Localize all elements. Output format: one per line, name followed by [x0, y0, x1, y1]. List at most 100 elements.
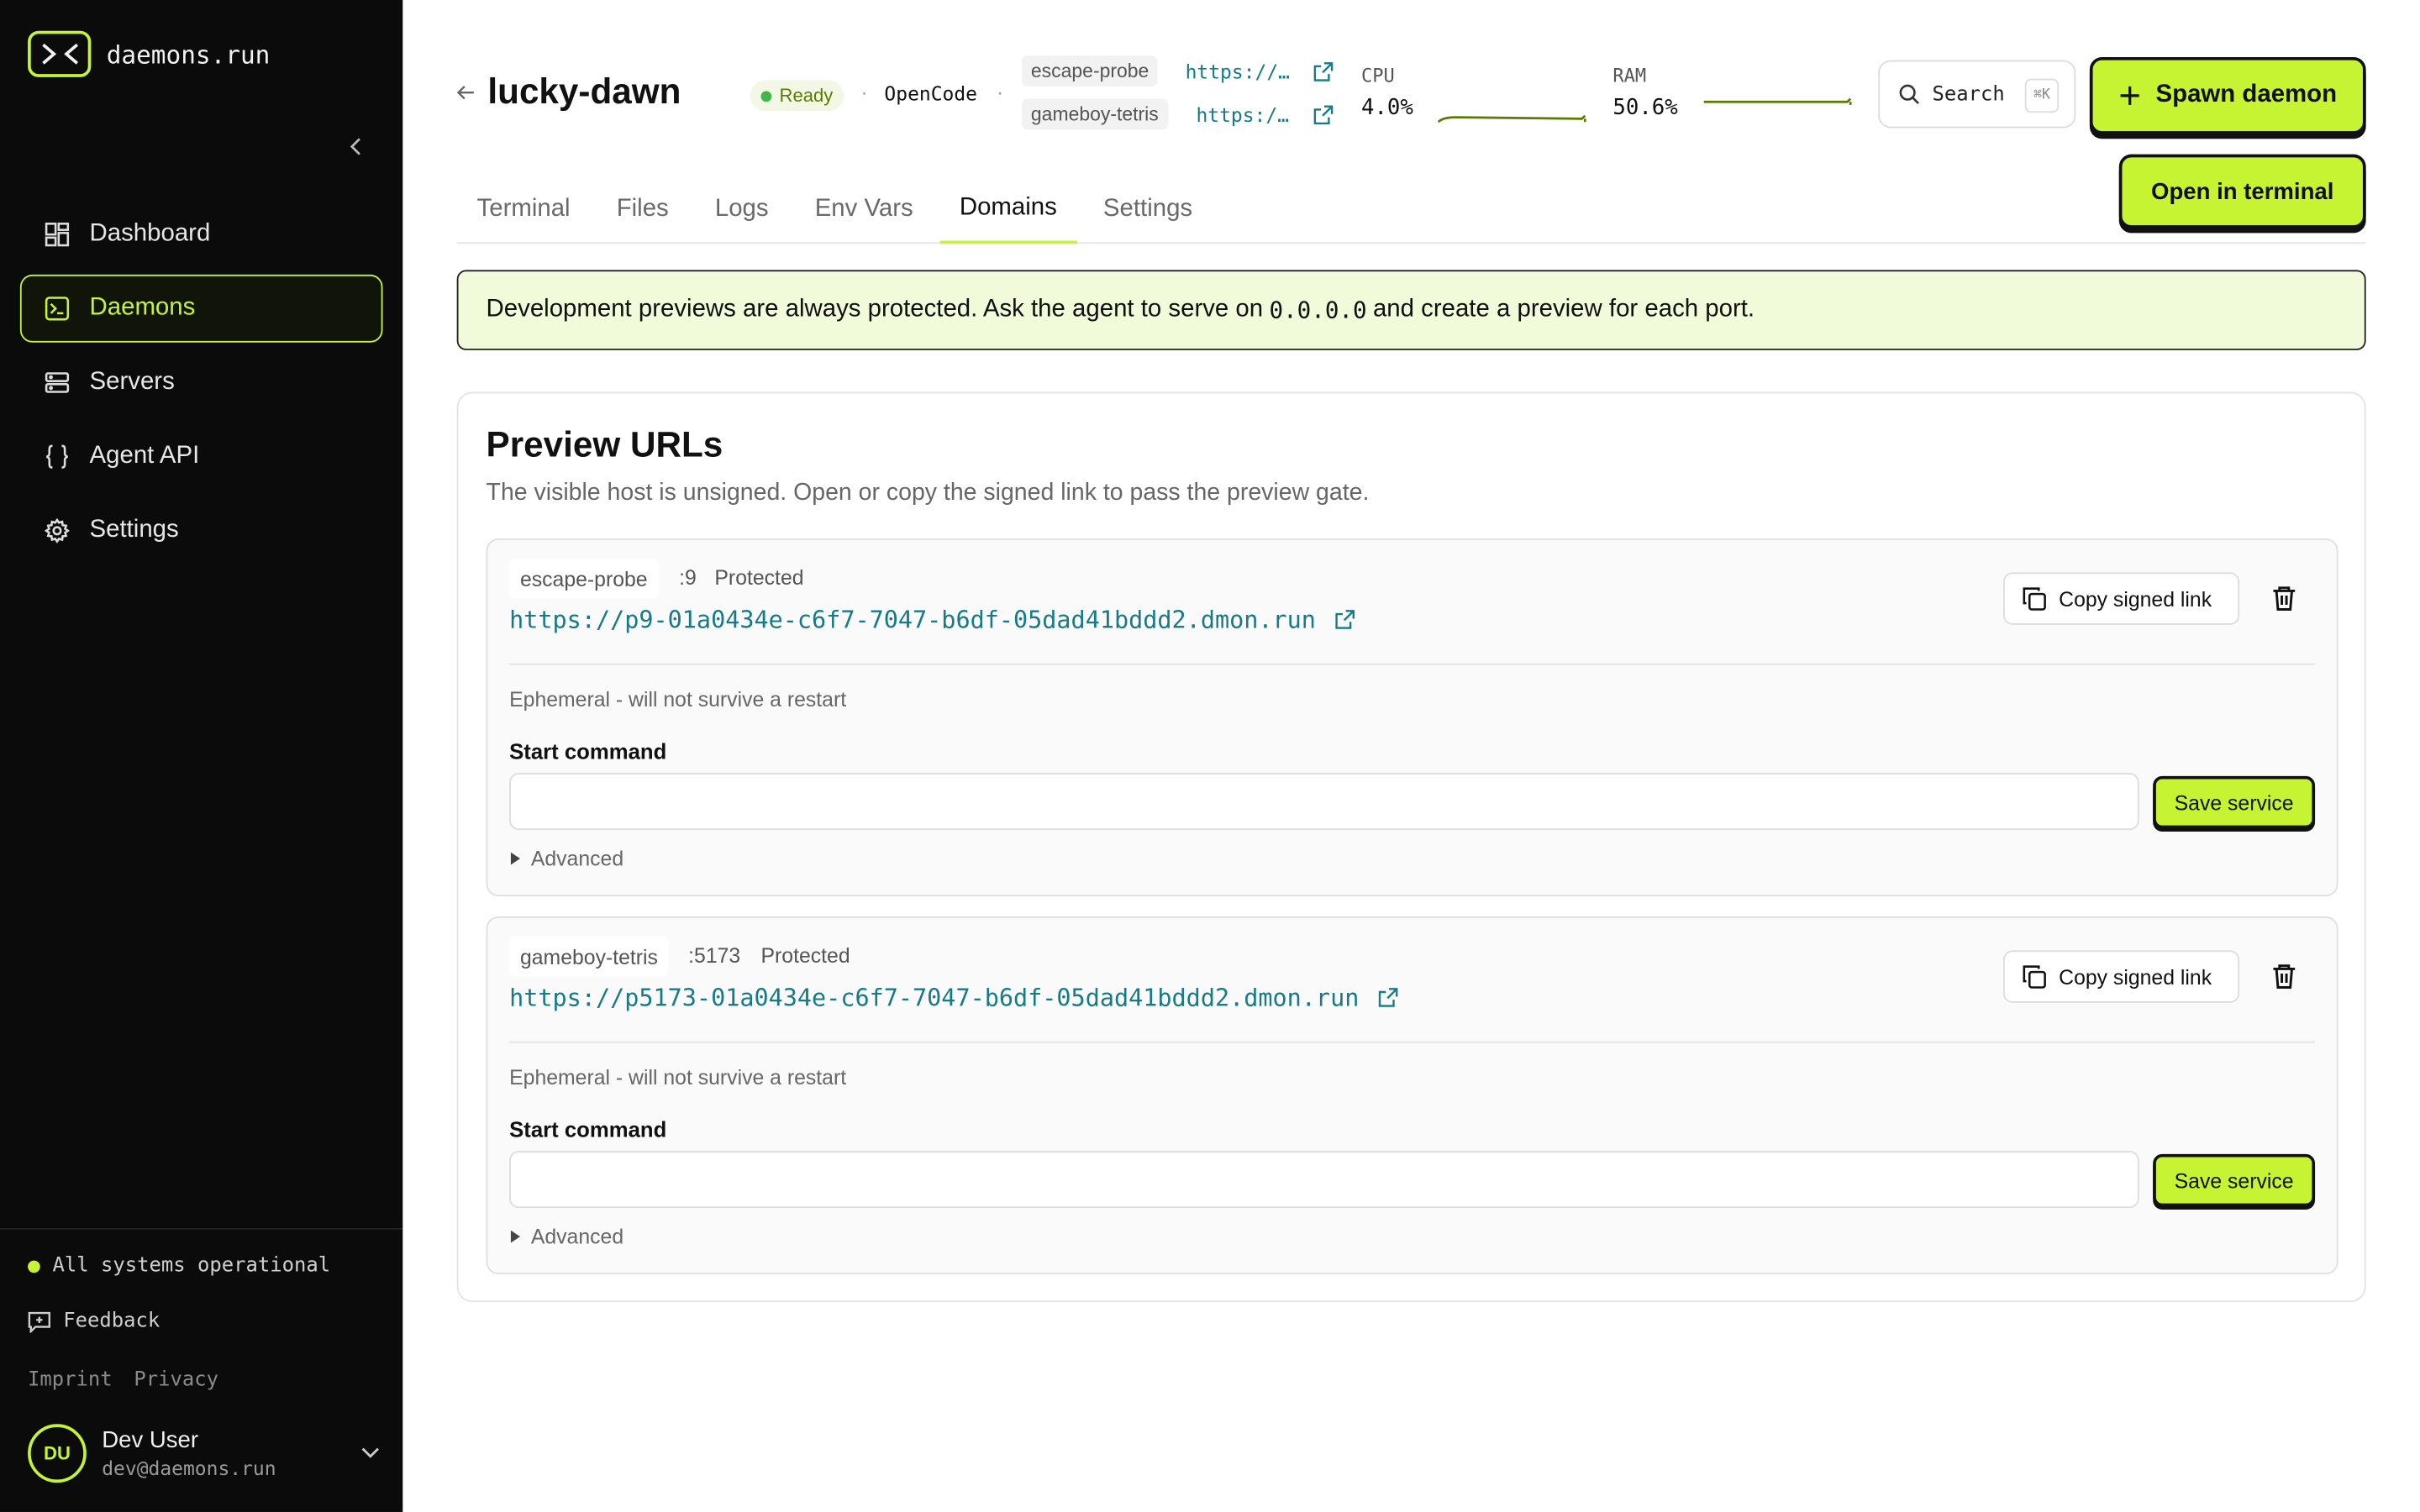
tab-logs[interactable]: Logs	[695, 176, 788, 244]
sidebar-item-label: Servers	[89, 368, 175, 396]
protection-label: Protected	[714, 566, 804, 590]
protection-label: Protected	[760, 944, 850, 968]
preview-urls-subtitle: The visible host is unsigned. Open or co…	[486, 480, 1370, 507]
notice-text-before: Development previews are always protecte…	[486, 296, 1264, 323]
copy-icon	[2023, 587, 2046, 611]
user-name: Dev User	[102, 1426, 199, 1454]
daemon-header: lucky-dawn Ready · OpenCode · escape-pro…	[456, 52, 2371, 144]
divider	[509, 1041, 2316, 1043]
avatar: DU	[28, 1424, 87, 1483]
ram-sparkline	[1703, 97, 1852, 105]
copy-signed-link-button[interactable]: Copy signed link	[2003, 572, 2240, 625]
cpu-value: 4.0%	[1360, 95, 1413, 121]
trash-icon[interactable]	[2270, 585, 2298, 612]
sidebar-item-settings[interactable]: Settings	[20, 496, 383, 564]
tab-settings[interactable]: Settings	[1083, 176, 1213, 244]
legal-links: Imprint Privacy	[28, 1368, 218, 1392]
external-link-icon	[1335, 610, 1355, 629]
status-badge: Ready	[750, 80, 844, 112]
user-menu[interactable]: DU Dev User dev@daemons.run	[28, 1424, 380, 1483]
agent-name: OpenCode	[884, 81, 978, 105]
tab-env-vars[interactable]: Env Vars	[795, 176, 934, 244]
separator: ·	[860, 81, 868, 104]
separator: ·	[997, 81, 1003, 104]
status-badge-text: Ready	[779, 85, 834, 107]
service-port: :9	[679, 566, 697, 590]
service-chip-gameboy-tetris: gameboy-tetris	[1021, 98, 1168, 130]
terminal-icon	[43, 295, 71, 323]
system-status-text: All systems operational	[52, 1254, 331, 1278]
status-dot-icon	[28, 1259, 40, 1273]
service-port: :5173	[688, 944, 741, 968]
advanced-toggle[interactable]: Advanced	[509, 847, 623, 870]
trash-icon[interactable]	[2270, 963, 2298, 990]
save-service-button[interactable]: Save service	[2153, 775, 2316, 829]
preview-url-link[interactable]: https://p9-01a0434e-c6f7-7047-b6df-05dad…	[509, 606, 1355, 634]
preview-url-text: https://p9-01a0434e-c6f7-7047-b6df-05dad…	[509, 606, 1316, 634]
privacy-link[interactable]: Privacy	[134, 1368, 218, 1392]
ram-label: RAM	[1612, 65, 1647, 87]
advanced-toggle[interactable]: Advanced	[509, 1225, 623, 1248]
back-arrow-icon[interactable]	[456, 83, 476, 102]
ephemeral-note: Ephemeral - will not survive a restart	[509, 688, 847, 711]
sidebar-item-label: Agent API	[89, 443, 200, 470]
advanced-label: Advanced	[530, 1225, 624, 1248]
triangle-right-icon	[510, 1230, 520, 1243]
tab-files[interactable]: Files	[597, 176, 689, 244]
copy-signed-link-button[interactable]: Copy signed link	[2003, 950, 2240, 1003]
copy-signed-link-label: Copy signed link	[2059, 964, 2212, 989]
sidebar-item-label: Settings	[89, 517, 179, 543]
notice-code: 0.0.0.0	[1269, 296, 1367, 324]
sidebar-item-dashboard[interactable]: Dashboard	[20, 201, 383, 269]
chevron-down-icon	[361, 1447, 379, 1458]
dashboard-icon	[43, 221, 71, 249]
cpu-label: CPU	[1360, 65, 1395, 87]
sidebar-footer: All systems operational Feedback Imprint…	[0, 1228, 403, 1483]
cpu-sparkline	[1437, 114, 1586, 123]
imprint-link[interactable]: Imprint	[28, 1368, 113, 1392]
user-email: dev@daemons.run	[102, 1456, 276, 1480]
ready-dot-icon	[760, 90, 772, 102]
preview-notice: Development previews are always protecte…	[456, 270, 2366, 350]
preview-urls-panel: Preview URLs The visible host is unsigne…	[456, 391, 2366, 1303]
sidebar-item-agent-api[interactable]: Agent API	[20, 423, 383, 491]
brand[interactable]: daemons.run	[28, 30, 270, 77]
braces-icon	[43, 443, 71, 470]
preview-card-escape-probe: escape-probe :9 Protected https://p9-01a…	[486, 538, 2338, 897]
triangle-right-icon	[510, 852, 520, 865]
tab-terminal[interactable]: Terminal	[457, 176, 591, 244]
feedback-label: Feedback	[63, 1310, 160, 1333]
search-button[interactable]: Search ⌘K	[1878, 60, 2076, 129]
save-service-button[interactable]: Save service	[2153, 1153, 2316, 1207]
service-chip-escape-probe: escape-probe	[1021, 55, 1159, 87]
search-icon	[1899, 84, 1919, 104]
tab-bar: Terminal Files Logs Env Vars Domains Set…	[456, 176, 2366, 244]
logo-icon	[28, 30, 92, 77]
start-command-label: Start command	[509, 738, 667, 764]
gear-icon	[43, 517, 71, 544]
main-content: lucky-dawn Ready · OpenCode · escape-pro…	[402, 0, 2420, 1512]
service-link-escape-probe[interactable]: https://…	[1186, 60, 1290, 84]
start-command-input[interactable]	[509, 1151, 2139, 1209]
preview-url-link[interactable]: https://p5173-01a0434e-c6f7-7047-b6df-05…	[509, 984, 1398, 1012]
plus-icon	[2120, 86, 2139, 105]
page-title: lucky-dawn	[487, 71, 681, 112]
feedback-link[interactable]: Feedback	[28, 1310, 160, 1333]
ram-value: 50.6%	[1612, 95, 1678, 121]
service-link-gameboy-tetris[interactable]: https:/…	[1196, 103, 1289, 127]
service-chip: escape-probe	[509, 558, 659, 599]
collapse-sidebar-icon[interactable]	[343, 133, 371, 160]
sidebar-item-daemons[interactable]: Daemons	[19, 274, 383, 343]
external-link-icon	[1378, 988, 1398, 1007]
preview-urls-title: Preview URLs	[486, 424, 723, 465]
sidebar-item-servers[interactable]: Servers	[20, 349, 383, 417]
system-status[interactable]: All systems operational	[28, 1254, 330, 1278]
external-link-icon[interactable]	[1313, 105, 1334, 125]
tab-domains[interactable]: Domains	[939, 176, 1077, 244]
spawn-daemon-button[interactable]: Spawn daemon	[2089, 56, 2366, 134]
external-link-icon[interactable]	[1313, 61, 1334, 81]
start-command-input[interactable]	[509, 773, 2139, 831]
divider	[509, 663, 2316, 665]
sidebar-item-label: Daemons	[89, 294, 196, 322]
sidebar-nav: Dashboard Daemons Servers Agent API Sett…	[19, 201, 383, 571]
